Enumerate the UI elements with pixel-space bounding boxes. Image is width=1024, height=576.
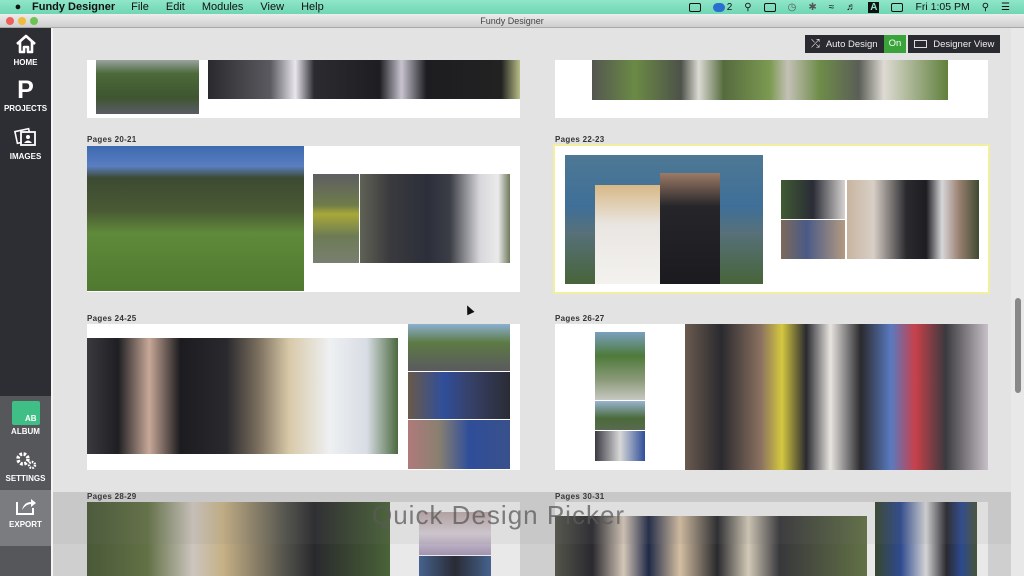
menu-file[interactable]: File [131, 1, 149, 13]
screen-record-icon[interactable] [688, 2, 701, 12]
spread-pages-22-23[interactable] [553, 144, 990, 294]
sidebar: HOME P PROJECTS IMAGES AB ALBUM SETTINGS… [0, 28, 51, 576]
sidebar-item-export[interactable]: EXPORT [0, 496, 51, 529]
sidebar-item-projects[interactable]: P PROJECTS [0, 76, 51, 114]
auto-design-label: Auto Design [825, 38, 878, 50]
sidebar-item-home[interactable]: HOME [0, 34, 51, 67]
images-icon [13, 127, 36, 146]
spread-label: Pages 24-25 [87, 314, 137, 323]
spread-photo [595, 401, 645, 430]
zoom-window-button[interactable] [30, 17, 38, 25]
spread-label: Pages 20-21 [87, 135, 137, 144]
sidebar-label-export: EXPORT [9, 520, 42, 529]
sidebar-label-projects: PROJECTS [3, 104, 48, 113]
spread-photo [408, 420, 510, 469]
vertical-scrollbar[interactable] [1011, 28, 1024, 576]
sidebar-label-home: HOME [13, 58, 38, 67]
home-icon [15, 34, 36, 54]
auto-design-toggle[interactable]: ⤮ Auto Design [805, 35, 884, 53]
volume-icon[interactable]: ♬ [846, 2, 856, 13]
spread-label: Pages 22-23 [555, 135, 605, 144]
spread-photo [847, 180, 979, 259]
apple-icon[interactable]: ● [12, 1, 24, 13]
shuffle-icon: ⤮ [811, 37, 820, 50]
sidebar-label-settings: SETTINGS [5, 474, 46, 483]
photo-detail [595, 185, 665, 284]
cloud-sync-icon[interactable]: 2 [712, 1, 733, 13]
notification-center-icon[interactable]: ☰ [1001, 2, 1010, 13]
quick-design-picker-strip[interactable] [53, 544, 1011, 576]
clock[interactable]: Fri 1:05 PM [915, 1, 969, 13]
menu-modules[interactable]: Modules [202, 1, 244, 13]
spread-label: Pages 26-27 [555, 314, 605, 323]
spread-photo [595, 332, 645, 400]
key-icon[interactable]: ⚲ [744, 2, 751, 13]
menu-edit[interactable]: Edit [166, 1, 185, 13]
menu-view[interactable]: View [260, 1, 284, 13]
spread-partial-top-left[interactable] [87, 60, 520, 118]
input-source-icon[interactable]: A [868, 1, 880, 13]
album-icon-glyph: AB [24, 414, 37, 423]
spread-photo [685, 324, 988, 470]
album-spreads-grid[interactable]: Pages 20-21 Pages 22-23 Pages 24-25 Page… [53, 28, 1011, 576]
designer-view-button[interactable]: Designer View [908, 35, 1000, 53]
window-title: Fundy Designer [480, 16, 544, 26]
spread-photo [781, 180, 845, 219]
window-titlebar: Fundy Designer [0, 14, 1024, 28]
sidebar-item-album[interactable]: AB ALBUM [0, 401, 51, 436]
scrollbar-thumb[interactable] [1015, 298, 1021, 393]
spread-partial-top-right[interactable] [555, 60, 988, 118]
gear-icon [15, 452, 36, 470]
wifi-icon[interactable]: ≈ [829, 2, 835, 13]
minimize-window-button[interactable] [18, 17, 26, 25]
battery-icon[interactable] [891, 2, 904, 12]
menu-app-name[interactable]: Fundy Designer [32, 1, 115, 13]
spread-photo [565, 155, 763, 284]
spread-pages-24-25[interactable] [87, 324, 520, 470]
airplay-icon[interactable] [763, 2, 776, 12]
designer-view-icon [914, 40, 928, 48]
spread-pages-26-27[interactable] [555, 324, 988, 470]
spread-photo [408, 372, 510, 419]
sidebar-item-settings[interactable]: SETTINGS [0, 450, 51, 483]
photo-detail [660, 173, 720, 284]
spread-photo [592, 60, 948, 100]
spread-photo [408, 324, 510, 371]
spread-photo [595, 431, 645, 461]
album-icon: AB [11, 401, 40, 425]
designer-view-label: Designer View [933, 38, 995, 50]
sidebar-label-images: IMAGES [9, 152, 42, 161]
close-window-button[interactable] [6, 17, 14, 25]
spread-photo [781, 220, 845, 259]
spread-photo [96, 60, 199, 114]
cloud-badge: 2 [726, 1, 733, 13]
spread-label: Pages 28-29 [87, 492, 137, 501]
projects-p-icon: P [17, 76, 34, 104]
sidebar-label-album: ALBUM [11, 427, 40, 436]
quick-design-picker-title: Quick Design Picker [372, 500, 626, 530]
menu-bar: ● Fundy Designer File Edit Modules View … [0, 0, 1024, 14]
menu-help[interactable]: Help [301, 1, 324, 13]
spotlight-icon[interactable]: ⚲ [982, 2, 989, 13]
spread-photo [360, 174, 510, 263]
export-icon [15, 499, 36, 515]
spread-pages-20-21[interactable] [87, 146, 520, 292]
auto-design-state-badge[interactable]: On [883, 35, 907, 53]
spread-photo [313, 174, 359, 263]
spread-photo [87, 338, 398, 454]
spread-photo [87, 146, 304, 291]
view-toolbar: ⤮ Auto Design On Designer View [805, 35, 1001, 53]
sidebar-item-images[interactable]: IMAGES [0, 126, 51, 161]
time-machine-icon[interactable]: ◷ [788, 2, 797, 13]
spread-photo [208, 60, 520, 99]
bluetooth-icon[interactable]: ✱ [808, 2, 816, 13]
